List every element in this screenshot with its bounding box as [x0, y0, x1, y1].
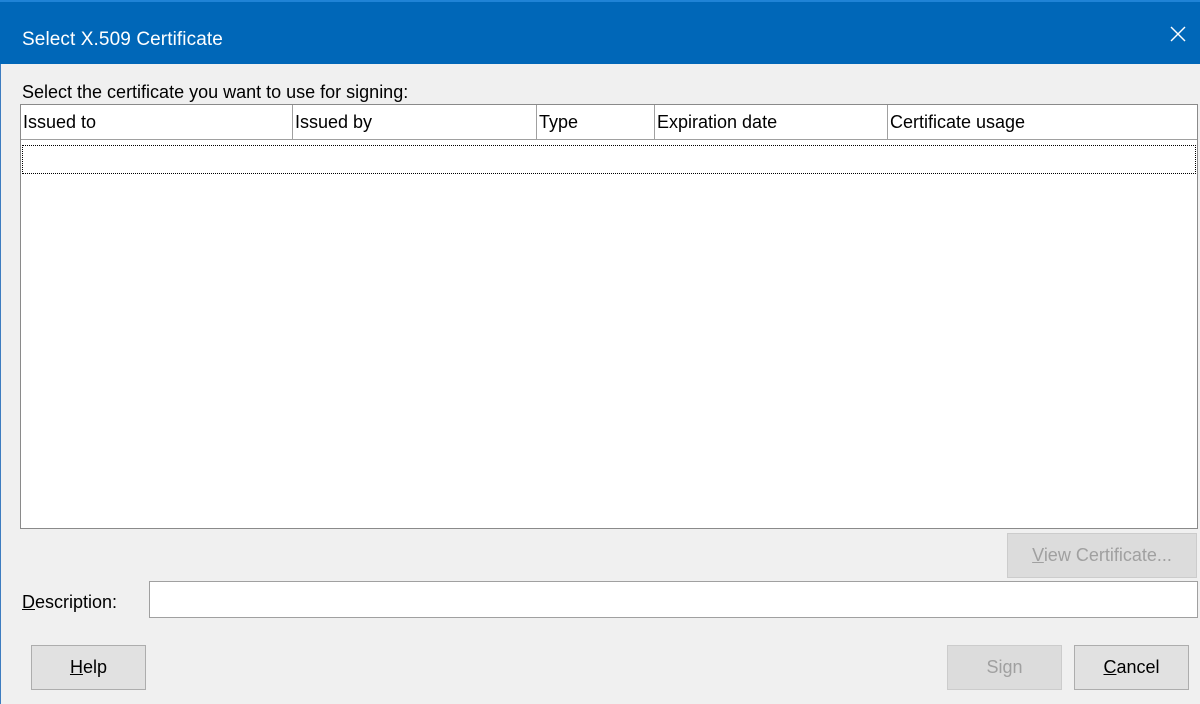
cancel-mnemonic: C [1103, 657, 1117, 677]
help-label: elp [82, 657, 108, 677]
column-header-type[interactable]: Type [537, 105, 655, 139]
cancel-label: ancel [1116, 657, 1160, 677]
description-input[interactable] [149, 581, 1198, 618]
help-button[interactable]: Help [31, 645, 146, 690]
certificate-list[interactable]: Issued to Issued by Type Expiration date… [20, 104, 1198, 529]
cancel-button[interactable]: Cancel [1074, 645, 1189, 690]
description-mnemonic: D [22, 592, 35, 612]
help-mnemonic: H [69, 657, 83, 677]
column-header-issued-by[interactable]: Issued by [293, 105, 537, 139]
description-label-text: escription: [35, 592, 118, 612]
view-certificate-mnemonic: V [1032, 545, 1044, 565]
column-header-certificate-usage[interactable]: Certificate usage [888, 105, 1199, 139]
select-certificate-dialog: Select X.509 Certificate Select the cert… [0, 0, 1200, 704]
sign-label: Sign [986, 657, 1023, 677]
focused-row-indicator[interactable] [22, 145, 1196, 174]
description-label: Description: [22, 591, 117, 613]
close-icon [1170, 26, 1186, 42]
column-header-expiration-date[interactable]: Expiration date [655, 105, 888, 139]
view-certificate-label: iew Certificate... [1043, 545, 1172, 565]
view-certificate-button[interactable]: View Certificate... [1007, 533, 1197, 578]
column-header-issued-to[interactable]: Issued to [21, 105, 293, 139]
sign-button[interactable]: Sign [947, 645, 1062, 690]
window-border [0, 64, 1, 704]
close-button[interactable] [1154, 2, 1200, 64]
title-bar[interactable]: Select X.509 Certificate [0, 0, 1200, 64]
table-header: Issued to Issued by Type Expiration date… [21, 105, 1197, 140]
select-prompt-label: Select the certificate you want to use f… [22, 82, 409, 102]
window-title: Select X.509 Certificate [22, 29, 223, 50]
